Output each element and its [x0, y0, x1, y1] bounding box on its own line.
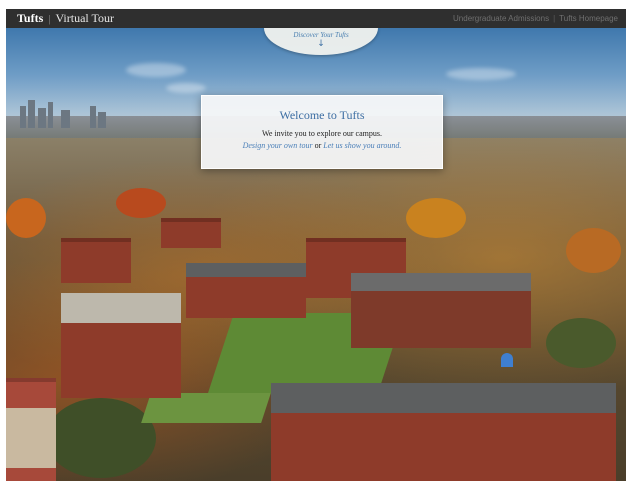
tour-options: Design your own tour or Let us show you … [202, 141, 442, 150]
cloud [166, 83, 206, 93]
tour-frame: Tufts | Virtual Tour Undergraduate Admis… [6, 9, 626, 481]
cloud [126, 63, 186, 77]
undergraduate-admissions-link[interactable]: Undergraduate Admissions [453, 14, 549, 23]
campus-building [61, 238, 131, 283]
campus-building [161, 218, 221, 248]
autumn-tree [406, 198, 466, 238]
autumn-tree [566, 228, 621, 273]
welcome-title: Welcome to Tufts [279, 108, 365, 122]
skyline-building [48, 102, 53, 128]
design-own-tour-link[interactable]: Design your own tour [243, 141, 313, 150]
welcome-message: We invite you to explore our campus. [262, 129, 382, 138]
page-title: Virtual Tour [55, 11, 114, 25]
down-arrow-icon: ↓ [317, 39, 325, 49]
brand: Tufts | Virtual Tour [17, 11, 114, 26]
autumn-tree [6, 198, 46, 238]
discover-label: Discover Your Tufts [293, 31, 349, 39]
tufts-homepage-link[interactable]: Tufts Homepage [559, 14, 618, 23]
skyline-building [61, 110, 70, 128]
building-roof [351, 273, 531, 291]
skyline-building [28, 100, 35, 128]
tree-canopy [546, 318, 616, 368]
header-links: Undergraduate Admissions | Tufts Homepag… [453, 14, 618, 23]
guided-tour-link[interactable]: Let us show you around. [323, 141, 401, 150]
building-roof [186, 263, 306, 277]
skyline-building [98, 112, 106, 128]
cloud [446, 68, 516, 80]
skyline-building [38, 108, 46, 128]
skyline-building [90, 106, 96, 128]
autumn-tree [116, 188, 166, 218]
tufts-logo-link[interactable]: Tufts [17, 11, 43, 26]
building-roof [6, 408, 56, 468]
building-roof [61, 293, 181, 323]
welcome-dialog: Welcome to Tufts We invite you to explor… [201, 95, 443, 169]
tree-canopy [46, 398, 156, 478]
building-roof [271, 383, 616, 413]
skyline-building [20, 106, 26, 128]
header-link-separator: | [553, 14, 556, 23]
options-conjunction: or [314, 141, 324, 150]
top-navigation-bar: Tufts | Virtual Tour Undergraduate Admis… [6, 9, 626, 28]
brand-separator: | [48, 13, 51, 25]
cupola [501, 353, 513, 367]
